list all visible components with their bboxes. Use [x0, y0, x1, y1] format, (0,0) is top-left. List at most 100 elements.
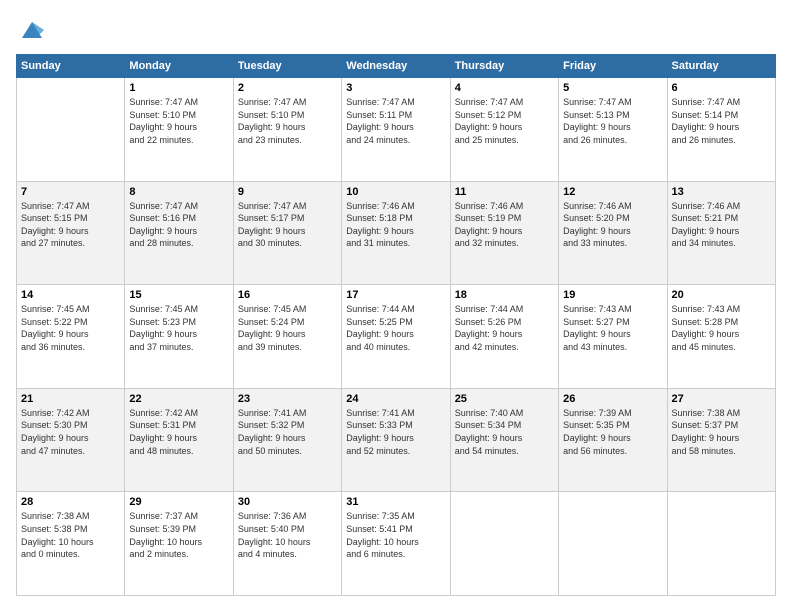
- day-info: Sunrise: 7:47 AM Sunset: 5:13 PM Dayligh…: [563, 96, 662, 146]
- day-number: 26: [563, 393, 662, 405]
- day-info: Sunrise: 7:44 AM Sunset: 5:25 PM Dayligh…: [346, 303, 445, 353]
- calendar-cell: 25Sunrise: 7:40 AM Sunset: 5:34 PM Dayli…: [450, 388, 558, 492]
- weekday-header: Friday: [559, 55, 667, 78]
- day-number: 9: [238, 186, 337, 198]
- calendar-week-row: 28Sunrise: 7:38 AM Sunset: 5:38 PM Dayli…: [17, 492, 776, 596]
- day-info: Sunrise: 7:45 AM Sunset: 5:22 PM Dayligh…: [21, 303, 120, 353]
- day-info: Sunrise: 7:38 AM Sunset: 5:37 PM Dayligh…: [672, 407, 771, 457]
- calendar-cell: 21 Sunrise: 7:42 AM Sunset: 5:30 PM Dayli…: [17, 388, 125, 492]
- calendar-cell: 6 Sunrise: 7:47 AM Sunset: 5:14 PM Daylig…: [667, 78, 775, 182]
- day-number: 24: [346, 393, 445, 405]
- page: SundayMondayTuesdayWednesdayThursdayFrid…: [0, 0, 792, 612]
- calendar-cell: 11 Sunrise: 7:46 AM Sunset: 5:19 PM Dayli…: [450, 181, 558, 285]
- calendar-cell: 29 Sunrise: 7:37 AM Sunset: 5:39 PM Dayli…: [125, 492, 233, 596]
- day-info: Sunrise: 7:47 AM Sunset: 5:16 PM Dayligh…: [129, 200, 228, 250]
- day-number: 31: [346, 496, 445, 508]
- day-info: Sunrise: 7:47 AM Sunset: 5:14 PM Dayligh…: [672, 96, 771, 146]
- calendar-cell: 3 Sunrise: 7:47 AM Sunset: 5:11 PM Daylig…: [342, 78, 450, 182]
- calendar-cell: 8 Sunrise: 7:47 AM Sunset: 5:16 PM Daylig…: [125, 181, 233, 285]
- day-info: Sunrise: 7:35 AM Sunset: 5:41 PM Dayligh…: [346, 510, 445, 560]
- day-number: 15: [129, 289, 228, 301]
- day-number: 20: [672, 289, 771, 301]
- day-info: Sunrise: 7:41 AM Sunset: 5:33 PM Dayligh…: [346, 407, 445, 457]
- day-number: 21: [21, 393, 120, 405]
- day-info: Sunrise: 7:46 AM Sunset: 5:19 PM Dayligh…: [455, 200, 554, 250]
- calendar-cell: 23Sunrise: 7:41 AM Sunset: 5:32 PM Dayli…: [233, 388, 341, 492]
- calendar-cell: [17, 78, 125, 182]
- calendar-week-row: 1 Sunrise: 7:47 AM Sunset: 5:10 PM Daylig…: [17, 78, 776, 182]
- calendar-cell: 10 Sunrise: 7:46 AM Sunset: 5:18 PM Dayli…: [342, 181, 450, 285]
- day-info: Sunrise: 7:39 AM Sunset: 5:35 PM Dayligh…: [563, 407, 662, 457]
- calendar-cell: 27 Sunrise: 7:38 AM Sunset: 5:37 PM Dayli…: [667, 388, 775, 492]
- day-info: Sunrise: 7:44 AM Sunset: 5:26 PM Dayligh…: [455, 303, 554, 353]
- day-info: Sunrise: 7:45 AM Sunset: 5:23 PM Dayligh…: [129, 303, 228, 353]
- calendar-cell: 7Sunrise: 7:47 AM Sunset: 5:15 PM Daylig…: [17, 181, 125, 285]
- day-number: 14: [21, 289, 120, 301]
- day-info: Sunrise: 7:47 AM Sunset: 5:10 PM Dayligh…: [129, 96, 228, 146]
- day-number: 2: [238, 82, 337, 94]
- day-number: 11: [455, 186, 554, 198]
- calendar-cell: 4 Sunrise: 7:47 AM Sunset: 5:12 PM Daylig…: [450, 78, 558, 182]
- day-info: Sunrise: 7:47 AM Sunset: 5:12 PM Dayligh…: [455, 96, 554, 146]
- calendar-cell: 19 Sunrise: 7:43 AM Sunset: 5:27 PM Dayli…: [559, 285, 667, 389]
- calendar-header-row: SundayMondayTuesdayWednesdayThursdayFrid…: [17, 55, 776, 78]
- day-number: 22: [129, 393, 228, 405]
- calendar-cell: 15 Sunrise: 7:45 AM Sunset: 5:23 PM Dayli…: [125, 285, 233, 389]
- day-info: Sunrise: 7:47 AM Sunset: 5:11 PM Dayligh…: [346, 96, 445, 146]
- calendar-table: SundayMondayTuesdayWednesdayThursdayFrid…: [16, 54, 776, 596]
- weekday-header: Wednesday: [342, 55, 450, 78]
- calendar-cell: [559, 492, 667, 596]
- calendar-cell: 24 Sunrise: 7:41 AM Sunset: 5:33 PM Dayli…: [342, 388, 450, 492]
- logo: [16, 16, 46, 44]
- day-number: 13: [672, 186, 771, 198]
- day-info: Sunrise: 7:42 AM Sunset: 5:30 PM Dayligh…: [21, 407, 120, 457]
- day-info: Sunrise: 7:42 AM Sunset: 5:31 PM Dayligh…: [129, 407, 228, 457]
- day-number: 5: [563, 82, 662, 94]
- day-info: Sunrise: 7:40 AM Sunset: 5:34 PM Dayligh…: [455, 407, 554, 457]
- calendar-cell: 12Sunrise: 7:46 AM Sunset: 5:20 PM Dayli…: [559, 181, 667, 285]
- day-number: 16: [238, 289, 337, 301]
- calendar-cell: 14 Sunrise: 7:45 AM Sunset: 5:22 PM Dayli…: [17, 285, 125, 389]
- weekday-header: Sunday: [17, 55, 125, 78]
- calendar-week-row: 7Sunrise: 7:47 AM Sunset: 5:15 PM Daylig…: [17, 181, 776, 285]
- day-info: Sunrise: 7:38 AM Sunset: 5:38 PM Dayligh…: [21, 510, 120, 560]
- day-info: Sunrise: 7:43 AM Sunset: 5:27 PM Dayligh…: [563, 303, 662, 353]
- day-info: Sunrise: 7:43 AM Sunset: 5:28 PM Dayligh…: [672, 303, 771, 353]
- day-number: 29: [129, 496, 228, 508]
- day-info: Sunrise: 7:46 AM Sunset: 5:21 PM Dayligh…: [672, 200, 771, 250]
- calendar-cell: 31 Sunrise: 7:35 AM Sunset: 5:41 PM Dayli…: [342, 492, 450, 596]
- day-info: Sunrise: 7:41 AM Sunset: 5:32 PM Dayligh…: [238, 407, 337, 457]
- day-info: Sunrise: 7:46 AM Sunset: 5:20 PM Dayligh…: [563, 200, 662, 250]
- day-number: 6: [672, 82, 771, 94]
- day-info: Sunrise: 7:37 AM Sunset: 5:39 PM Dayligh…: [129, 510, 228, 560]
- calendar-cell: 17Sunrise: 7:44 AM Sunset: 5:25 PM Dayli…: [342, 285, 450, 389]
- day-number: 18: [455, 289, 554, 301]
- day-number: 3: [346, 82, 445, 94]
- day-number: 10: [346, 186, 445, 198]
- day-number: 4: [455, 82, 554, 94]
- calendar-cell: [450, 492, 558, 596]
- day-info: Sunrise: 7:47 AM Sunset: 5:17 PM Dayligh…: [238, 200, 337, 250]
- calendar-cell: 16 Sunrise: 7:45 AM Sunset: 5:24 PM Dayli…: [233, 285, 341, 389]
- calendar-week-row: 14 Sunrise: 7:45 AM Sunset: 5:22 PM Dayli…: [17, 285, 776, 389]
- calendar-cell: 9 Sunrise: 7:47 AM Sunset: 5:17 PM Daylig…: [233, 181, 341, 285]
- calendar-cell: 18 Sunrise: 7:44 AM Sunset: 5:26 PM Dayli…: [450, 285, 558, 389]
- calendar-cell: 2 Sunrise: 7:47 AM Sunset: 5:10 PM Daylig…: [233, 78, 341, 182]
- calendar-cell: 1 Sunrise: 7:47 AM Sunset: 5:10 PM Daylig…: [125, 78, 233, 182]
- day-number: 8: [129, 186, 228, 198]
- calendar-cell: 28Sunrise: 7:38 AM Sunset: 5:38 PM Dayli…: [17, 492, 125, 596]
- calendar-cell: [667, 492, 775, 596]
- logo-icon: [18, 16, 46, 44]
- day-number: 27: [672, 393, 771, 405]
- weekday-header: Thursday: [450, 55, 558, 78]
- calendar-cell: 26 Sunrise: 7:39 AM Sunset: 5:35 PM Dayli…: [559, 388, 667, 492]
- day-info: Sunrise: 7:47 AM Sunset: 5:10 PM Dayligh…: [238, 96, 337, 146]
- header: [16, 16, 776, 44]
- calendar-cell: 13 Sunrise: 7:46 AM Sunset: 5:21 PM Dayli…: [667, 181, 775, 285]
- day-number: 30: [238, 496, 337, 508]
- day-info: Sunrise: 7:46 AM Sunset: 5:18 PM Dayligh…: [346, 200, 445, 250]
- day-info: Sunrise: 7:45 AM Sunset: 5:24 PM Dayligh…: [238, 303, 337, 353]
- day-number: 19: [563, 289, 662, 301]
- calendar-cell: 30Sunrise: 7:36 AM Sunset: 5:40 PM Dayli…: [233, 492, 341, 596]
- day-number: 1: [129, 82, 228, 94]
